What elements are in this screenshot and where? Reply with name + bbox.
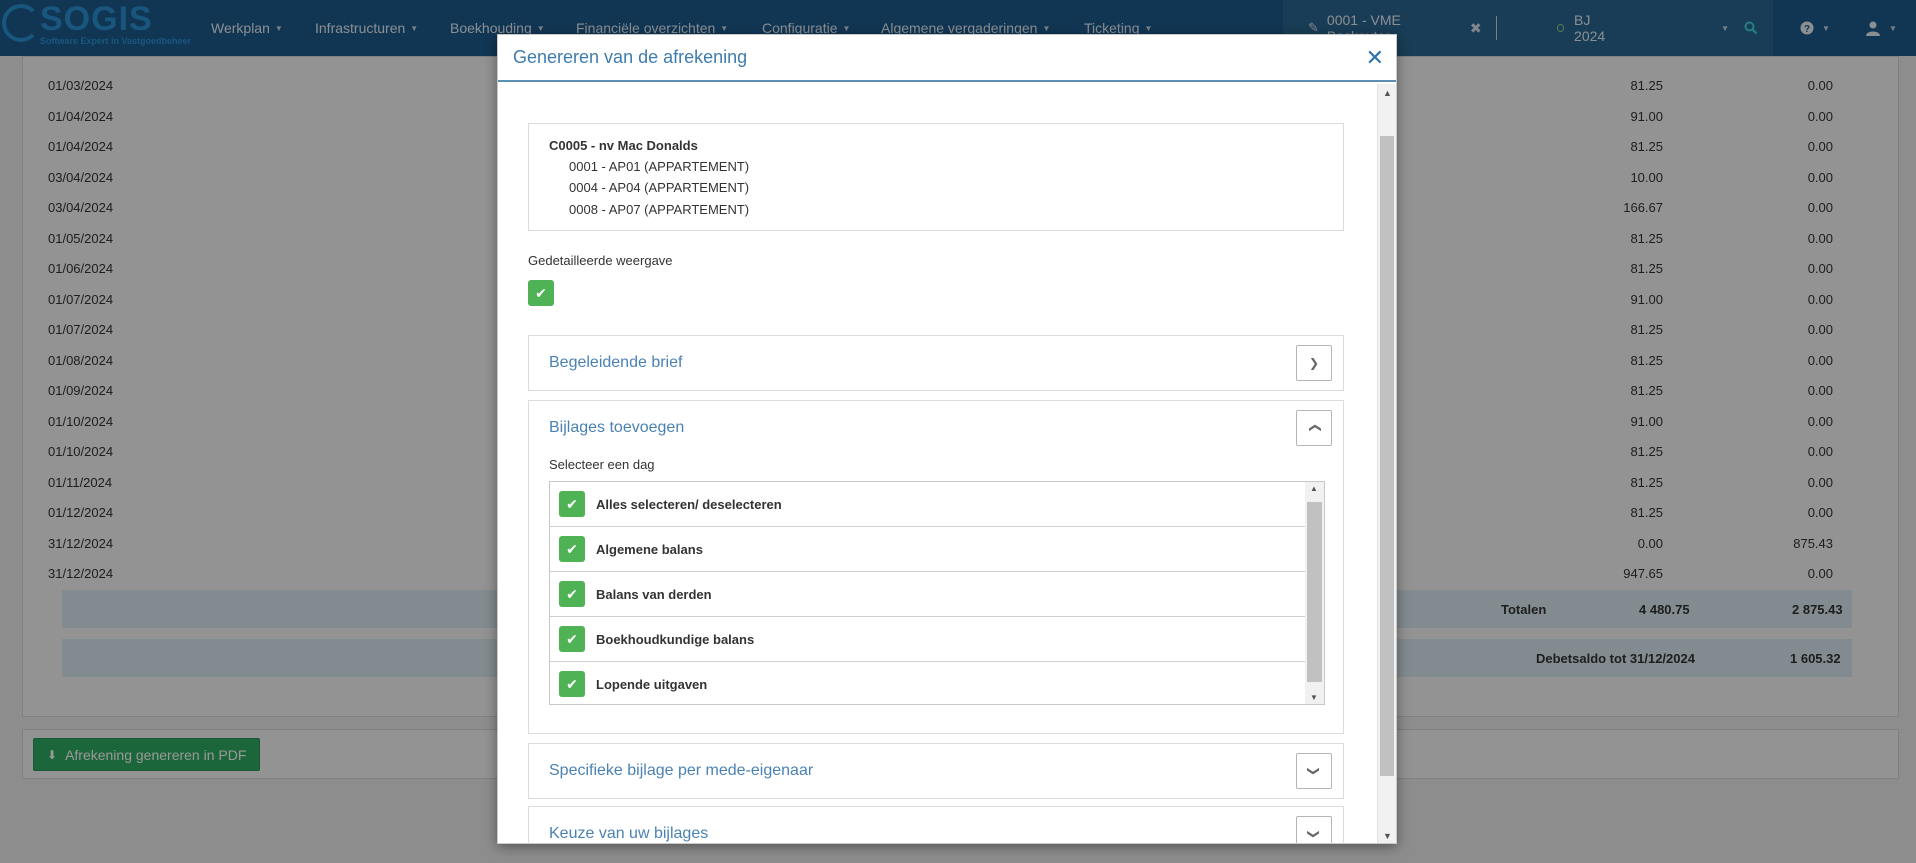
check-icon: ✔ <box>566 495 578 512</box>
modal-title: Genereren van de afrekening <box>513 47 748 67</box>
detailed-view-checkbox[interactable]: ✔ <box>528 280 554 306</box>
collapse-button[interactable]: ❯ <box>1296 410 1332 446</box>
modal-scrollbar[interactable]: ▲ ▼ <box>1377 84 1396 843</box>
checkbox[interactable]: ✔ <box>559 671 585 697</box>
scroll-down-icon[interactable]: ▼ <box>1383 831 1392 841</box>
chevron-down-icon: ❯ <box>1308 356 1320 370</box>
check-icon: ✔ <box>566 675 578 692</box>
list-item-boekhoudkundige-balans[interactable]: ✔ Boekhoudkundige balans <box>550 617 1306 662</box>
expand-button[interactable]: ❯ <box>1296 345 1332 381</box>
chevron-down-icon: ❯ <box>1307 765 1321 777</box>
settlement-modal: Genereren van de afrekening ✕ C0005 - nv… <box>497 34 1397 844</box>
list-item-algemene-balans[interactable]: ✔ Algemene balans <box>550 527 1306 572</box>
expand-button[interactable]: ❯ <box>1296 753 1332 789</box>
section-begeleidende-brief: Begeleidende brief ❯ <box>528 335 1344 391</box>
select-day-label: Selecteer een dag <box>549 457 655 472</box>
scroll-up-icon[interactable]: ▲ <box>1310 484 1318 493</box>
scrollbar-thumb[interactable] <box>1307 502 1322 682</box>
section-specifieke-bijlage: Specifieke bijlage per mede-eigenaar ❯ <box>528 743 1344 799</box>
close-icon[interactable]: ✕ <box>1366 45 1384 71</box>
scroll-down-icon[interactable]: ▼ <box>1310 693 1318 702</box>
section-bijlages-toevoegen: Bijlages toevoegen ❯ Selecteer een dag ✔… <box>528 400 1344 734</box>
unit-item: 0004 - AP04 (APPARTEMENT) <box>569 180 750 195</box>
check-icon: ✔ <box>566 630 578 647</box>
list-item-lopende-uitgaven[interactable]: ✔ Lopende uitgaven <box>550 662 1306 707</box>
list-item-balans-van-derden[interactable]: ✔ Balans van derden <box>550 572 1306 617</box>
detailed-view-label: Gedetailleerde weergave <box>528 253 673 268</box>
owner-name: C0005 - nv Mac Donalds <box>549 138 698 153</box>
unit-item: 0001 - AP01 (APPARTEMENT) <box>569 159 750 174</box>
chevron-down-icon: ❯ <box>1307 828 1321 840</box>
section-title[interactable]: Begeleidende brief <box>549 354 682 372</box>
attachment-list: ✔ Alles selecteren/ deselecteren ✔ Algem… <box>549 481 1325 705</box>
list-scrollbar[interactable]: ▲ ▼ <box>1305 482 1324 704</box>
checkbox[interactable]: ✔ <box>559 491 585 517</box>
checkbox[interactable]: ✔ <box>559 626 585 652</box>
expand-button[interactable]: ❯ <box>1296 816 1332 843</box>
section-title[interactable]: Bijlages toevoegen <box>549 419 684 437</box>
modal-body: C0005 - nv Mac Donalds 0001 - AP01 (APPA… <box>498 84 1378 843</box>
section-title[interactable]: Keuze van uw bijlages <box>549 825 708 843</box>
check-icon: ✔ <box>566 585 578 602</box>
check-icon: ✔ <box>566 540 578 557</box>
chevron-up-icon: ❯ <box>1307 422 1321 434</box>
checkbox[interactable]: ✔ <box>559 536 585 562</box>
owner-box: C0005 - nv Mac Donalds 0001 - AP01 (APPA… <box>528 123 1344 231</box>
section-title[interactable]: Specifieke bijlage per mede-eigenaar <box>549 762 813 780</box>
section-keuze-bijlages: Keuze van uw bijlages ❯ <box>528 806 1344 843</box>
list-item-select-all[interactable]: ✔ Alles selecteren/ deselecteren <box>550 482 1306 527</box>
checkbox[interactable]: ✔ <box>559 581 585 607</box>
scrollbar-thumb[interactable] <box>1380 136 1394 776</box>
modal-header: Genereren van de afrekening ✕ <box>498 35 1396 82</box>
scroll-up-icon[interactable]: ▲ <box>1383 88 1392 98</box>
unit-item: 0008 - AP07 (APPARTEMENT) <box>569 202 750 217</box>
check-icon: ✔ <box>535 284 547 301</box>
